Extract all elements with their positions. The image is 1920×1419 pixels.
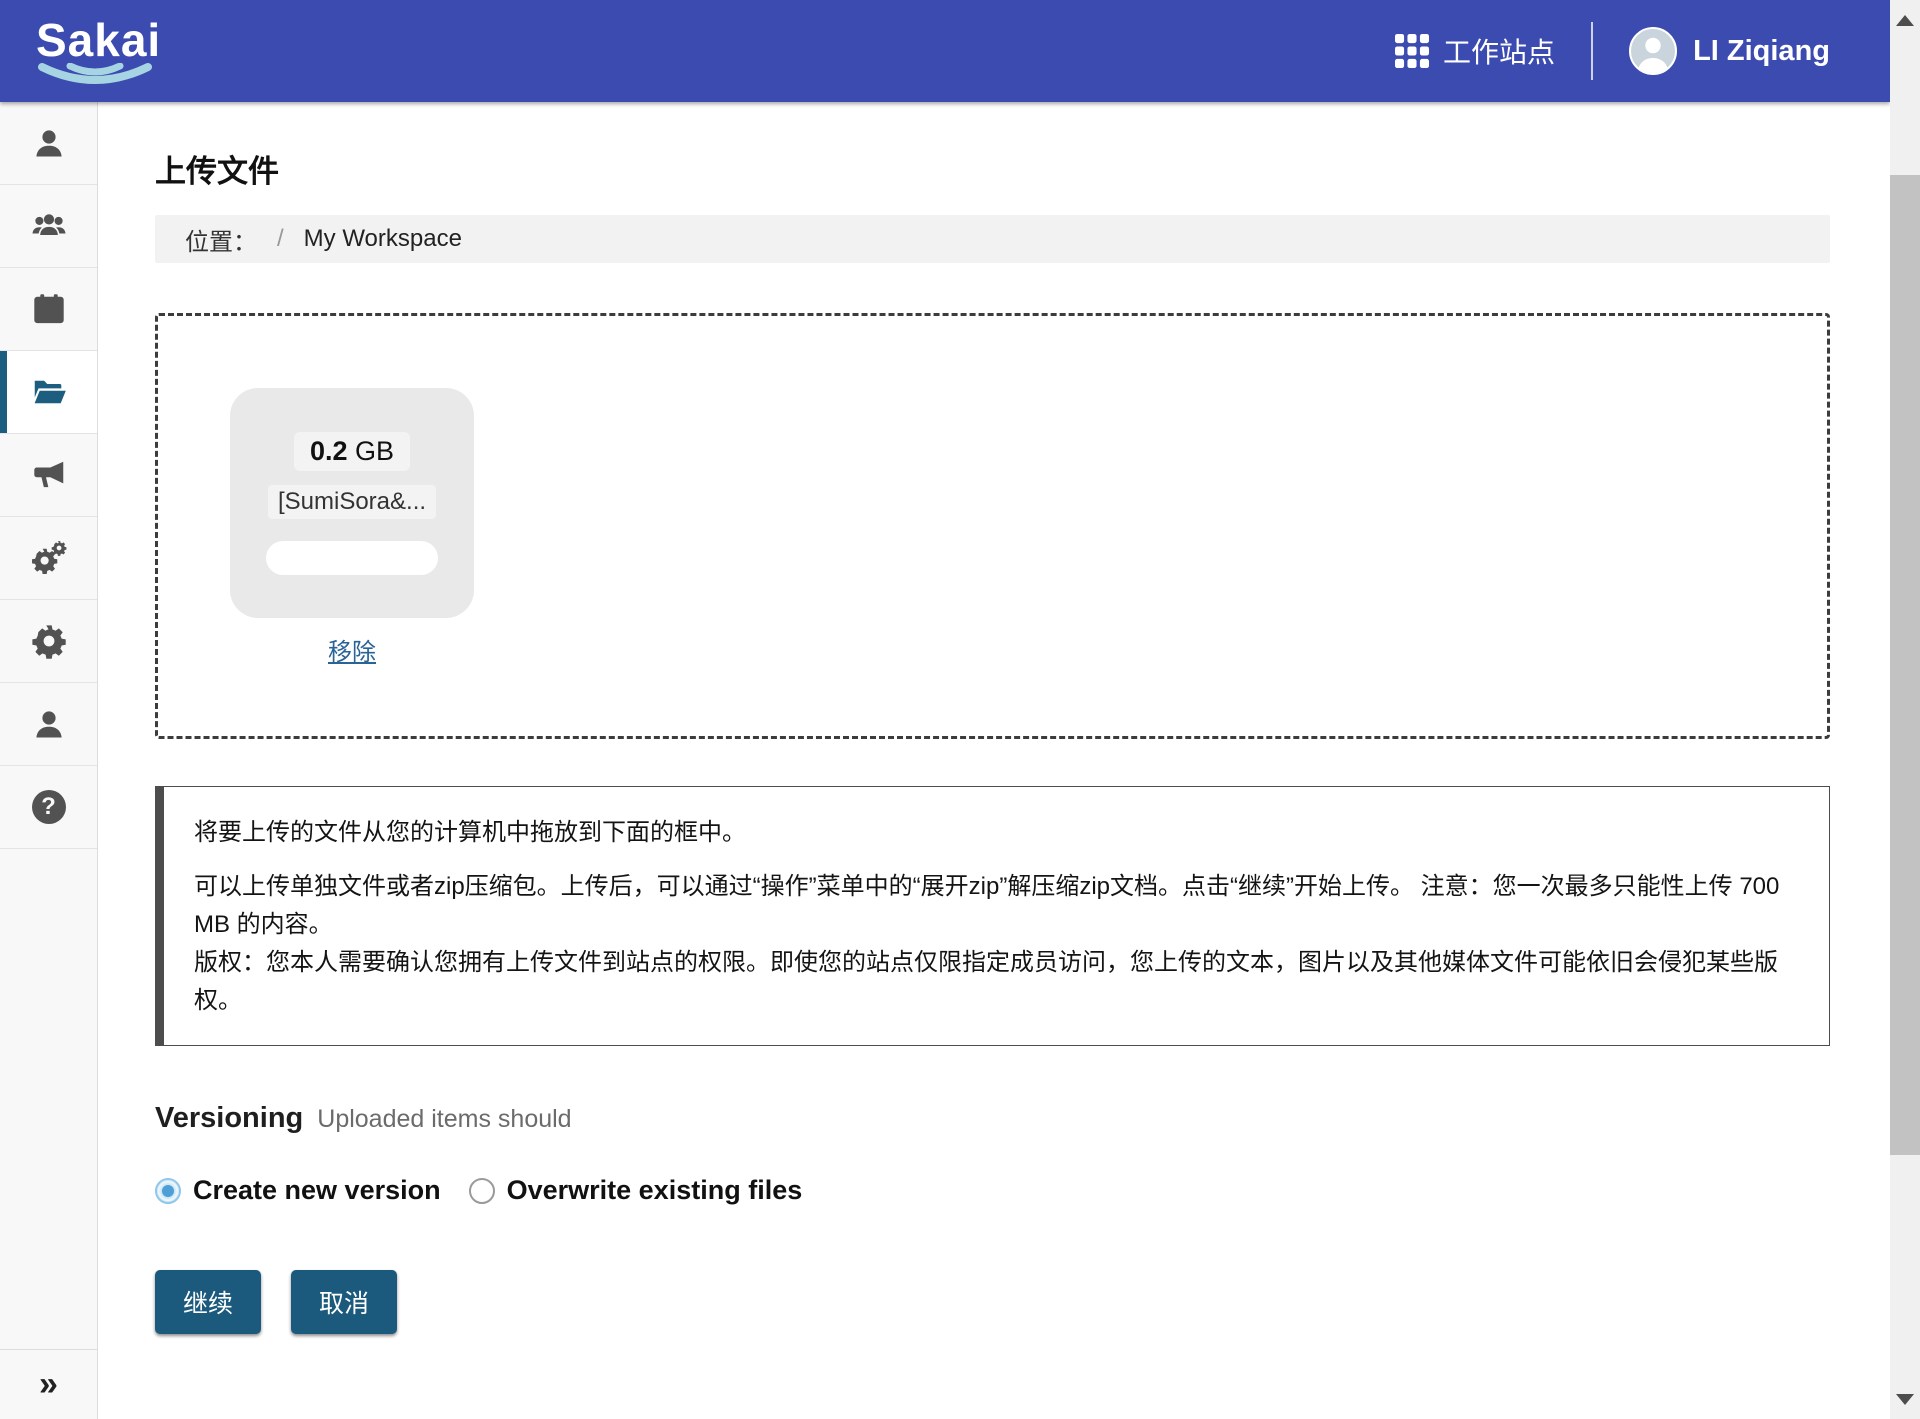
versioning-subtitle: Uploaded items should (317, 1105, 571, 1134)
cancel-button[interactable]: 取消 (291, 1270, 397, 1334)
scrollbar-thumb[interactable] (1890, 175, 1920, 1155)
radio-create-new-version-label[interactable]: Create new version (193, 1175, 441, 1206)
sidebar-item-account[interactable] (0, 683, 97, 766)
question-icon: ? (32, 790, 66, 824)
sidebar-item-announcements[interactable] (0, 434, 97, 517)
versioning-section: Versioning Uploaded items should (155, 1102, 1830, 1135)
breadcrumb-separator: / (277, 225, 284, 253)
sidebar-item-worksite-setup[interactable] (0, 517, 97, 600)
sakai-upload-page: Sakai 工作站点 (0, 0, 1920, 1419)
file-size-unit: GB (348, 436, 395, 466)
instructions-line-2: 可以上传单独文件或者zip压缩包。上传后，可以通过“操作”菜单中的“展开zip”… (194, 868, 1799, 944)
breadcrumb-location-label: 位置： (185, 222, 257, 257)
radio-overwrite-existing[interactable] (469, 1178, 495, 1204)
vertical-scrollbar[interactable] (1890, 0, 1920, 1419)
file-name: [SumiSora&... (268, 485, 436, 519)
scroll-down-icon (1896, 1394, 1914, 1405)
user-icon (31, 706, 67, 742)
sidebar-collapse-button[interactable]: » (0, 1349, 97, 1419)
sidebar-item-preferences[interactable] (0, 600, 97, 683)
user-menu-button[interactable]: LI Ziqiang (1629, 27, 1830, 75)
radio-overwrite-existing-label[interactable]: Overwrite existing files (507, 1175, 803, 1206)
remove-file-link[interactable]: 移除 (328, 632, 376, 667)
sidebar-item-profile[interactable] (0, 102, 97, 185)
versioning-title: Versioning (155, 1102, 303, 1135)
sidebar-spacer (0, 849, 97, 1349)
radio-create-new-version[interactable] (155, 1178, 181, 1204)
sakai-logo[interactable]: Sakai (32, 5, 182, 97)
users-icon (31, 208, 67, 244)
top-header: Sakai 工作站点 (0, 0, 1890, 102)
header-right-group: 工作站点 LI Ziqiang (1395, 22, 1830, 80)
gear-icon (31, 623, 67, 659)
upload-instructions: 将要上传的文件从您的计算机中拖放到下面的框中。 可以上传单独文件或者zip压缩包… (155, 786, 1830, 1046)
instructions-line-1: 将要上传的文件从您的计算机中拖放到下面的框中。 (194, 814, 1799, 852)
sakai-logo-text: Sakai (36, 13, 161, 67)
page-title: 上传文件 (155, 146, 1830, 191)
scroll-up-icon (1896, 15, 1914, 26)
versioning-options: Create new version Overwrite existing fi… (155, 1175, 1830, 1206)
worksites-label: 工作站点 (1443, 31, 1555, 71)
file-progress-bar (266, 541, 438, 575)
user-icon (31, 125, 67, 161)
main-content: 上传文件 位置： / My Workspace 0.2 GB [SumiSora… (98, 102, 1890, 1419)
gears-icon (31, 540, 67, 576)
uploaded-file-item: 0.2 GB [SumiSora&... 移除 (230, 388, 474, 667)
folder-open-icon (31, 374, 67, 410)
grid-icon (1395, 34, 1429, 68)
tool-sidebar: ? » (0, 102, 98, 1419)
scroll-down-button[interactable] (1890, 1379, 1920, 1419)
sidebar-item-resources[interactable] (0, 351, 97, 434)
sidebar-item-membership[interactable] (0, 185, 97, 268)
sidebar-item-calendar[interactable] (0, 268, 97, 351)
instructions-line-3: 版权：您本人需要确认您拥有上传文件到站点的权限。即使您的站点仅限指定成员访问，您… (194, 944, 1799, 1020)
header-divider (1591, 22, 1593, 80)
calendar-icon (31, 291, 67, 327)
file-size-value: 0.2 (310, 436, 348, 466)
user-name: LI Ziqiang (1693, 35, 1830, 68)
breadcrumb: 位置： / My Workspace (155, 215, 1830, 263)
continue-button[interactable]: 继续 (155, 1270, 261, 1334)
action-buttons: 继续 取消 (155, 1270, 1830, 1334)
file-dropzone[interactable]: 0.2 GB [SumiSora&... 移除 (155, 313, 1830, 739)
worksites-menu-button[interactable]: 工作站点 (1395, 31, 1555, 71)
avatar (1629, 27, 1677, 75)
sakai-ripple-icon (32, 63, 158, 97)
scroll-up-button[interactable] (1890, 0, 1920, 40)
sidebar-item-help[interactable]: ? (0, 766, 97, 849)
megaphone-icon (31, 457, 67, 493)
file-size: 0.2 GB (294, 432, 410, 471)
file-card: 0.2 GB [SumiSora&... (230, 388, 474, 618)
breadcrumb-current-folder[interactable]: My Workspace (304, 225, 462, 253)
